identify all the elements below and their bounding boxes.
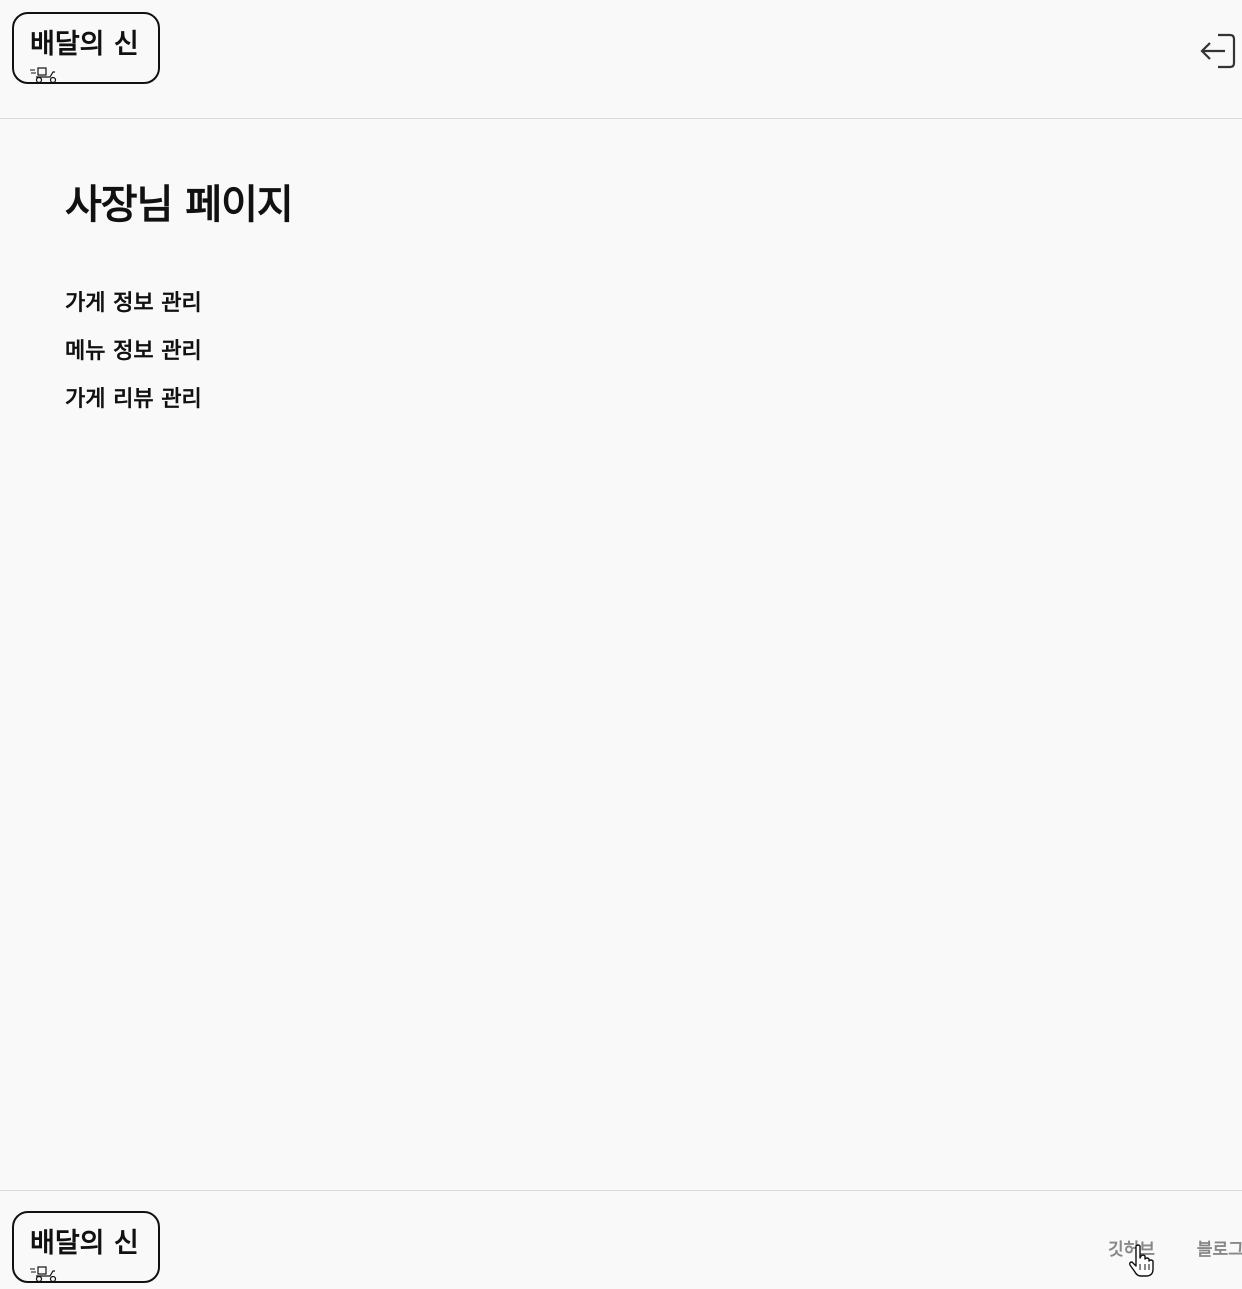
menu-item-store-reviews[interactable]: 가게 리뷰 관리	[65, 376, 202, 424]
footer-link-github[interactable]: 깃허브	[1108, 1235, 1155, 1260]
page-title: 사장님 페이지	[65, 182, 294, 228]
owner-page: 배달의 신 사장님 페이지 가게 정보 관리 메뉴 정보 관리 가게 리뷰 관리	[0, 0, 1242, 1289]
logout-icon[interactable]	[1198, 31, 1238, 71]
logo-text: 배달의 신	[30, 29, 139, 60]
logo[interactable]: 배달의 신	[12, 12, 160, 84]
scooter-icon	[30, 1266, 57, 1283]
footer-links: 깃허브 블로그	[1108, 1235, 1242, 1260]
scooter-icon	[30, 67, 57, 84]
footer-link-blog[interactable]: 블로그	[1197, 1235, 1242, 1260]
main-content: 사장님 페이지 가게 정보 관리 메뉴 정보 관리 가게 리뷰 관리	[65, 170, 294, 412]
header: 배달의 신	[0, 0, 1242, 119]
footer-logo[interactable]: 배달의 신	[12, 1211, 160, 1283]
owner-menu: 가게 정보 관리 메뉴 정보 관리 가게 리뷰 관리	[65, 280, 202, 424]
menu-item-store-info[interactable]: 가게 정보 관리	[65, 280, 202, 328]
footer: 배달의 신 깃허브 블로그	[0, 1190, 1242, 1289]
menu-item-menu-info[interactable]: 메뉴 정보 관리	[65, 328, 202, 376]
footer-logo-text: 배달의 신	[30, 1228, 139, 1259]
